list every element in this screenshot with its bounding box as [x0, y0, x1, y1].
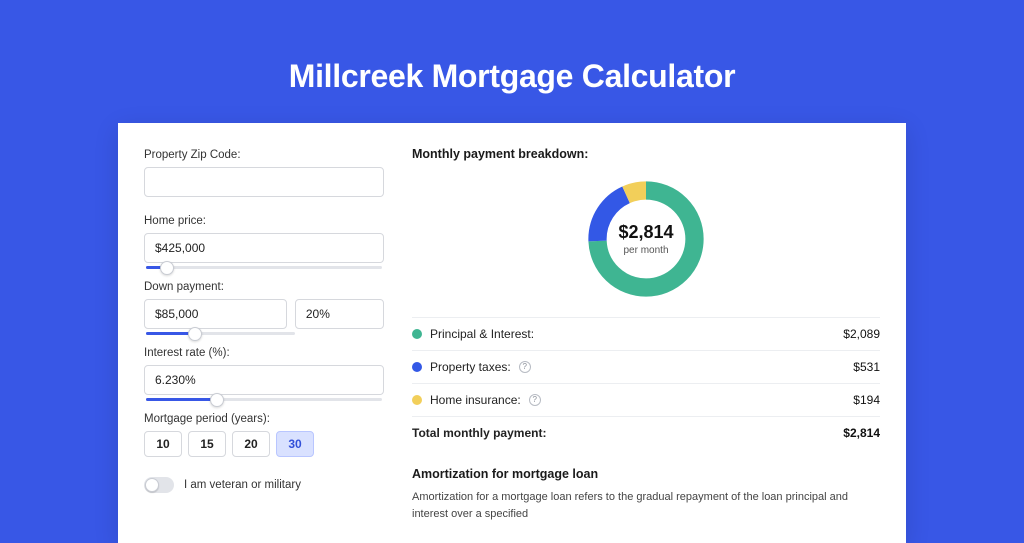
interest-rate-label: Interest rate (%): [144, 347, 384, 359]
period-options: 10 15 20 30 [144, 431, 384, 457]
mortgage-period-label: Mortgage period (years): [144, 413, 384, 425]
breakdown-value-principal: $2,089 [843, 327, 880, 341]
interest-rate-slider[interactable] [146, 398, 382, 401]
down-payment-slider-thumb[interactable] [188, 327, 202, 341]
legend-dot-taxes [412, 362, 422, 372]
home-price-slider-thumb[interactable] [160, 261, 174, 275]
interest-rate-slider-fill [146, 398, 217, 401]
veteran-toggle[interactable] [144, 477, 174, 493]
breakdown-value-taxes: $531 [853, 360, 880, 374]
legend-dot-insurance [412, 395, 422, 405]
donut-chart-wrap: $2,814 per month [412, 171, 880, 317]
breakdown-value-insurance: $194 [853, 393, 880, 407]
zip-input[interactable] [144, 167, 384, 197]
donut-center-sub: per month [623, 245, 668, 256]
home-price-label: Home price: [144, 215, 384, 227]
veteran-row: I am veteran or military [144, 477, 384, 493]
down-payment-label: Down payment: [144, 281, 384, 293]
home-price-slider[interactable] [146, 266, 382, 269]
help-icon[interactable]: ? [519, 361, 531, 373]
breakdown-total-value: $2,814 [843, 426, 880, 440]
interest-rate-input[interactable] [144, 365, 384, 395]
breakdown-row-taxes: Property taxes: ? $531 [412, 350, 880, 383]
breakdown-row-insurance: Home insurance: ? $194 [412, 383, 880, 416]
down-payment-group: Down payment: [144, 281, 384, 329]
donut-chart: $2,814 per month [582, 175, 710, 303]
home-price-input[interactable] [144, 233, 384, 263]
donut-center-amount: $2,814 [618, 222, 673, 243]
down-payment-slider[interactable] [146, 332, 295, 335]
help-icon[interactable]: ? [529, 394, 541, 406]
amortization-body: Amortization for a mortgage loan refers … [412, 489, 880, 522]
donut-center: $2,814 per month [582, 175, 710, 303]
period-option-10[interactable]: 10 [144, 431, 182, 457]
amortization-title: Amortization for mortgage loan [412, 467, 880, 481]
down-payment-percent-input[interactable] [295, 299, 384, 329]
legend-dot-principal [412, 329, 422, 339]
period-option-30[interactable]: 30 [276, 431, 314, 457]
page-title: Millcreek Mortgage Calculator [0, 0, 1024, 123]
breakdown-row-principal: Principal & Interest: $2,089 [412, 317, 880, 350]
zip-field-group: Property Zip Code: [144, 149, 384, 197]
period-option-15[interactable]: 15 [188, 431, 226, 457]
down-payment-amount-input[interactable] [144, 299, 287, 329]
zip-label: Property Zip Code: [144, 149, 384, 161]
veteran-toggle-knob [145, 478, 159, 492]
results-column: Monthly payment breakdown: $2,814 per mo… [402, 123, 906, 543]
home-price-group: Home price: [144, 215, 384, 263]
breakdown-row-total: Total monthly payment: $2,814 [412, 416, 880, 449]
period-option-20[interactable]: 20 [232, 431, 270, 457]
breakdown-title: Monthly payment breakdown: [412, 147, 880, 161]
interest-rate-slider-thumb[interactable] [210, 393, 224, 407]
form-column: Property Zip Code: Home price: Down paym… [118, 123, 402, 543]
calculator-panel: Property Zip Code: Home price: Down paym… [118, 123, 906, 543]
breakdown-total-label: Total monthly payment: [412, 426, 546, 440]
breakdown-label-principal: Principal & Interest: [430, 327, 534, 341]
breakdown-label-insurance: Home insurance: [430, 393, 521, 407]
interest-rate-group: Interest rate (%): [144, 347, 384, 395]
mortgage-period-group: Mortgage period (years): 10 15 20 30 [144, 413, 384, 457]
breakdown-label-taxes: Property taxes: [430, 360, 511, 374]
veteran-label: I am veteran or military [184, 479, 301, 491]
